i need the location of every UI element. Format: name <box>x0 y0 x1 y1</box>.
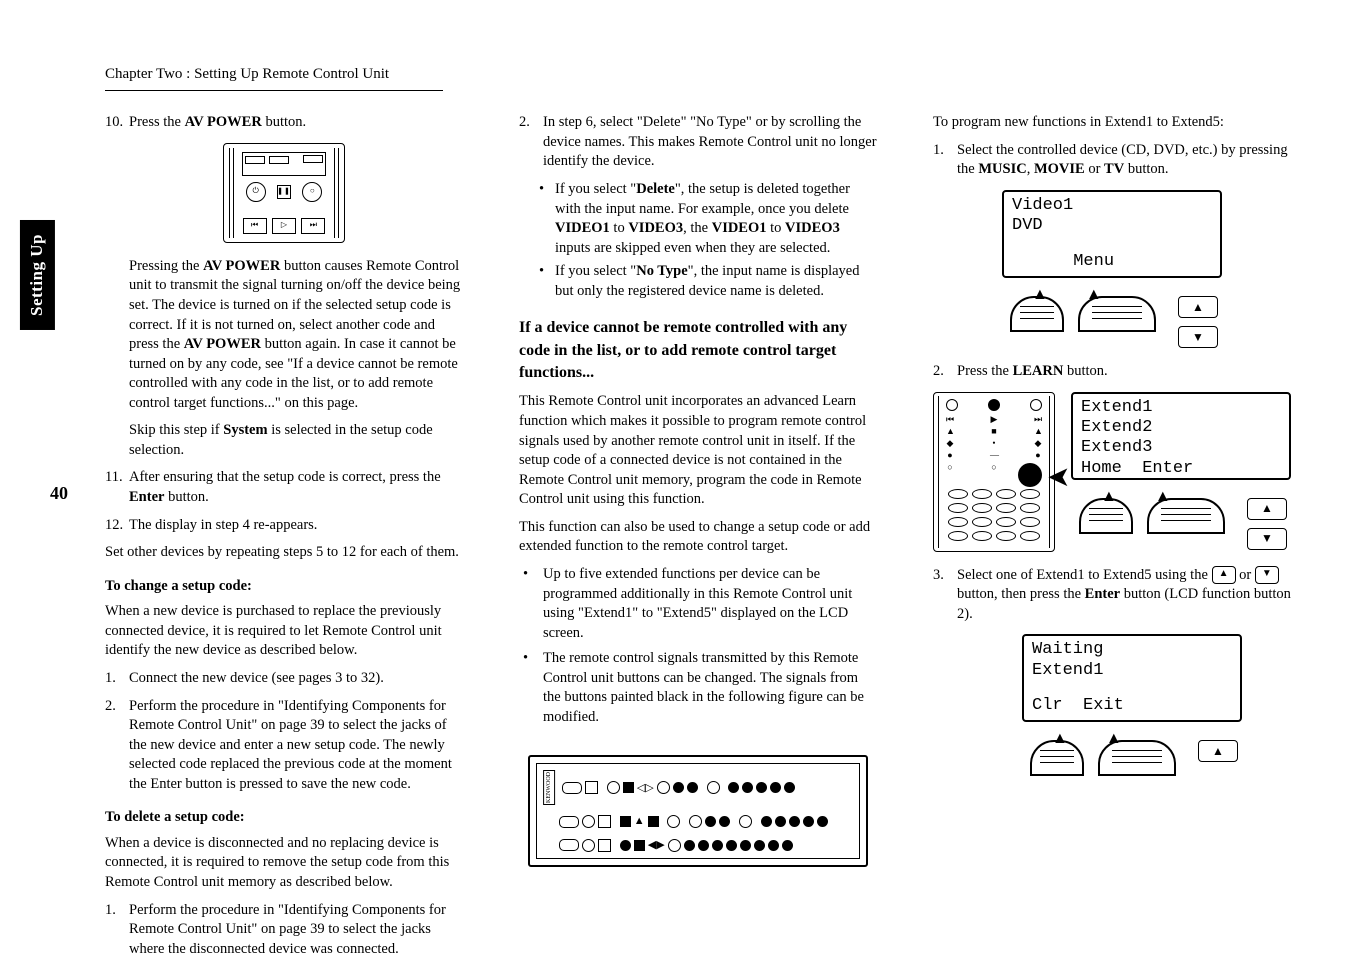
pointer-arrow-icon: ➤ <box>1047 459 1070 497</box>
step-text: Select the controlled device (CD, DVD, e… <box>957 141 1291 180</box>
step-num: 1. <box>105 669 129 689</box>
remote-learn-illustration: ⏮▶⏭ ▲■▲ ◆•◆ ●—● ○○ ➤ <box>933 392 1055 552</box>
next-icon: ⏭ <box>301 218 325 234</box>
step-num: 1. <box>933 141 957 180</box>
lcd-top-text: Waiting Extend1 <box>1032 640 1232 681</box>
lcd-unit-3: Waiting Extend1 Clr Exit ▲▲ ▲ <box>1022 634 1242 776</box>
lcd-top-text: Extend1 Extend2 Extend3 <box>1081 398 1281 459</box>
chapter-header: Chapter Two : Setting Up Remote Control … <box>105 64 443 91</box>
soft-key <box>1098 740 1176 776</box>
remote-full-illustration: KENWOOD ◁▷ ▲ <box>528 755 868 867</box>
lcd-panel: Video1 DVD Menu <box>1002 190 1222 278</box>
play-icon: ▷ <box>272 218 296 234</box>
step-num: 11. <box>105 468 129 507</box>
bullet-text: Up to five extended functions per device… <box>543 565 877 643</box>
para-change: When a new device is purchased to replac… <box>105 602 463 661</box>
section-heading: If a device cannot be remote controlled … <box>519 317 877 384</box>
soft-key <box>1010 296 1064 332</box>
step-num: 3. <box>933 566 957 625</box>
step-text: Press the LEARN button. <box>957 362 1291 382</box>
step-text: The display in step 4 re-appears. <box>129 516 463 536</box>
soft-key <box>1079 498 1133 534</box>
para-learn-use: This function can also be used to change… <box>519 518 877 557</box>
power-icon: ○ <box>302 182 322 202</box>
lcd-unit-1: Video1 DVD Menu ▲▲ ▲ ▼ <box>1002 190 1222 348</box>
column-3: To program new functions in Extend1 to E… <box>933 113 1291 967</box>
lcd-panel: Waiting Extend1 Clr Exit <box>1022 634 1242 722</box>
step-text: Perform the procedure in "Identifying Co… <box>129 697 463 795</box>
av-power-icon: ⏻ <box>246 182 266 202</box>
step-num: 2. <box>519 113 543 172</box>
up-button-icon: ▲ <box>1212 566 1236 584</box>
nav-up-icon: ▲ <box>1198 740 1238 762</box>
pause-icon: ❚❚ <box>277 185 291 199</box>
column-2: 2. In step 6, select "Delete" "No Type" … <box>519 113 877 967</box>
soft-key <box>1078 296 1156 332</box>
learn-button-icon <box>1018 463 1042 487</box>
bullet-text: If you select "Delete", the setup is del… <box>555 180 877 258</box>
lcd-panel: Extend1 Extend2 Extend3 Home Enter <box>1071 392 1291 480</box>
page-number: 40 <box>50 481 68 505</box>
lcd-bot-text: Clr Exit <box>1032 696 1232 716</box>
para-repeat: Set other devices by repeating steps 5 t… <box>105 543 463 563</box>
para-program-intro: To program new functions in Extend1 to E… <box>933 113 1291 133</box>
para-delete: When a device is disconnected and no rep… <box>105 834 463 893</box>
step-num: 1. <box>105 901 129 960</box>
nav-down-icon: ▼ <box>1178 326 1218 348</box>
step-text: Select one of Extend1 to Extend5 using t… <box>957 566 1291 625</box>
bullet-text: The remote control signals transmitted b… <box>543 649 877 727</box>
heading-change-code: To change a setup code: <box>105 577 463 597</box>
lcd-top-text: Video1 DVD <box>1012 196 1212 237</box>
para-skip: Skip this step if System is selected in … <box>129 421 463 460</box>
lcd-unit-2: Extend1 Extend2 Extend3 Home Enter ▲▲ ▲ … <box>1071 392 1291 550</box>
column-1: 10. Press the AV POWER button. ⏻ ❚❚ ○ ⏮ <box>105 113 463 967</box>
step-text: Press the AV POWER button. <box>129 113 463 133</box>
soft-key <box>1147 498 1225 534</box>
bullet-text: If you select "No Type", the input name … <box>555 262 877 301</box>
nav-down-icon: ▼ <box>1247 528 1287 550</box>
step-text: Perform the procedure in "Identifying Co… <box>129 901 463 960</box>
heading-delete-code: To delete a setup code: <box>105 808 463 828</box>
prev-icon: ⏮ <box>243 218 267 234</box>
para-av-power: Pressing the AV POWER button causes Remo… <box>129 257 463 414</box>
kenwood-label: KENWOOD <box>543 770 555 805</box>
step-num: 2. <box>105 697 129 795</box>
remote-top-illustration: ⏻ ❚❚ ○ ⏮ ▷ ⏭ <box>223 143 345 243</box>
down-button-icon: ▼ <box>1255 566 1279 584</box>
step-text: After ensuring that the setup code is co… <box>129 468 463 507</box>
para-learn-intro: This Remote Control unit incorporates an… <box>519 392 877 509</box>
nav-up-icon: ▲ <box>1178 296 1218 318</box>
step-text: Connect the new device (see pages 3 to 3… <box>129 669 463 689</box>
side-tab: Setting Up <box>20 220 55 330</box>
step-num: 2. <box>933 362 957 382</box>
step-num: 10. <box>105 113 129 133</box>
nav-up-icon: ▲ <box>1247 498 1287 520</box>
step-text: In step 6, select "Delete" "No Type" or … <box>543 113 877 172</box>
lcd-bot-text: Home Enter <box>1081 459 1281 479</box>
soft-key <box>1030 740 1084 776</box>
lcd-bot-text: Menu <box>1012 252 1212 272</box>
step-num: 12. <box>105 516 129 536</box>
